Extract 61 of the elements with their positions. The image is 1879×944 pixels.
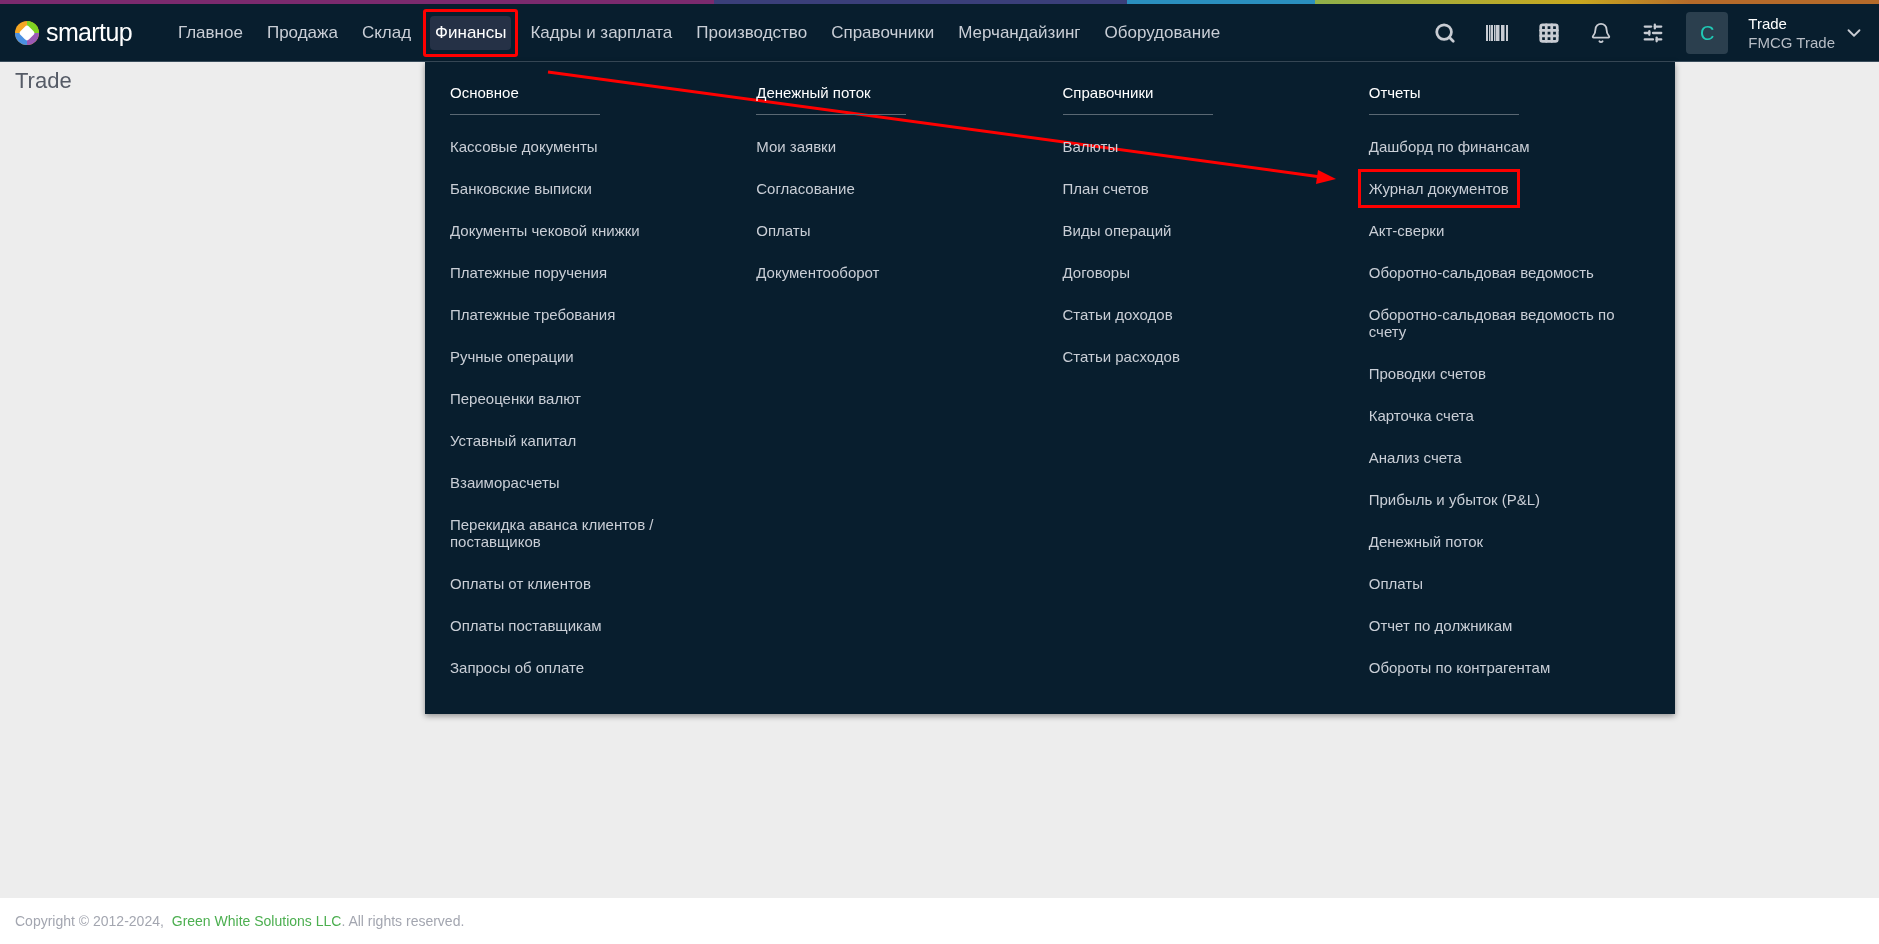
menu-item[interactable]: Денежный поток <box>1357 522 1495 561</box>
menu-item[interactable]: Журнал документов <box>1357 169 1520 208</box>
nav-tab[interactable]: Оборудование <box>1092 8 1233 57</box>
menu-item[interactable]: Переоценки валют <box>439 379 592 418</box>
menu-column-title: Основное <box>450 84 600 115</box>
user-name[interactable]: Trade <box>1748 13 1835 33</box>
menu-item[interactable]: Платежные поручения <box>439 253 619 292</box>
menu-item[interactable]: Перекидка аванса клиентов / поставщиков <box>439 505 709 561</box>
menu-item[interactable]: Оборотно-сальдовая ведомость по счету <box>1357 295 1628 351</box>
nav-tab[interactable]: Кадры и зарплата <box>518 8 685 57</box>
grid-icon[interactable] <box>1538 21 1561 44</box>
nav-tab[interactable]: Производство <box>684 8 820 57</box>
nav-tab[interactable]: Главное <box>165 8 255 57</box>
nav-tab[interactable]: Склад <box>349 8 424 57</box>
menu-item[interactable]: Оплаты <box>1357 564 1434 603</box>
menu-item[interactable]: Мои заявки <box>745 127 848 166</box>
copyright-text: Copyright © 2012-2024, <box>15 911 165 931</box>
menu-column-title: Справочники <box>1062 84 1213 115</box>
menu-item[interactable]: Анализ счета <box>1357 438 1473 477</box>
menu-item[interactable]: Виды операций <box>1051 211 1183 250</box>
menu-item[interactable]: Обороты по контрагентам <box>1357 648 1562 687</box>
menu-item[interactable]: Прибыль и убыток (P&L) <box>1357 480 1552 519</box>
menu-item[interactable]: Документооборот <box>745 253 891 292</box>
menu-item[interactable]: Согласование <box>745 169 866 208</box>
menu-item[interactable]: Оплаты <box>745 211 822 250</box>
menu-item[interactable]: Отчет по должникам <box>1357 606 1524 645</box>
menu-item[interactable]: Ручные операции <box>439 337 585 376</box>
menu-item[interactable]: Кассовые документы <box>439 127 609 166</box>
menu-item[interactable]: Банковские выписки <box>439 169 603 208</box>
menu-item[interactable]: Статьи расходов <box>1051 337 1191 376</box>
settings-icon[interactable] <box>1642 21 1665 44</box>
nav-tab[interactable]: Продажа <box>254 8 350 57</box>
menu-item[interactable]: Дашборд по финансам <box>1357 127 1541 166</box>
company-name[interactable]: FMCG Trade <box>1748 32 1835 52</box>
menu-item[interactable]: Оплаты от клиентов <box>439 564 602 603</box>
nav-tab[interactable]: Справочники <box>819 8 947 57</box>
menu-item[interactable]: Акт-сверки <box>1357 211 1456 250</box>
menu-item[interactable]: Договоры <box>1051 253 1141 292</box>
barcode-icon[interactable] <box>1486 24 1509 41</box>
menu-item[interactable]: Статьи доходов <box>1051 295 1184 334</box>
menu-item[interactable]: Карточка счета <box>1357 396 1485 435</box>
menu-column-title: Отчеты <box>1368 84 1519 115</box>
nav-tab[interactable]: Мерчандайзинг <box>946 8 1093 57</box>
menu-item[interactable]: План счетов <box>1051 169 1160 208</box>
menu-item[interactable]: Оборотно-сальдовая ведомость <box>1357 253 1605 292</box>
logo-mark-icon <box>14 19 40 46</box>
bell-icon[interactable] <box>1590 21 1613 44</box>
rights-text: . All rights reserved. <box>341 911 465 931</box>
search-icon[interactable] <box>1434 21 1457 44</box>
menu-item[interactable]: Запросы об оплате <box>439 648 596 687</box>
nav-tab[interactable]: Финансы <box>423 8 519 57</box>
menu-item[interactable]: Взаиморасчеты <box>439 463 571 502</box>
logo-text[interactable]: smartup <box>46 20 132 45</box>
menu-item[interactable]: Уставный капитал <box>439 421 588 460</box>
page-title: Trade <box>15 67 72 95</box>
avatar[interactable]: C <box>1686 11 1729 54</box>
menu-column-title: Денежный поток <box>756 84 907 115</box>
menu-item[interactable]: Оплаты поставщикам <box>439 606 613 645</box>
menu-item[interactable]: Проводки счетов <box>1357 354 1497 393</box>
menu-item[interactable]: Платежные требования <box>439 295 627 334</box>
menu-item[interactable]: Документы чековой книжки <box>439 211 651 250</box>
